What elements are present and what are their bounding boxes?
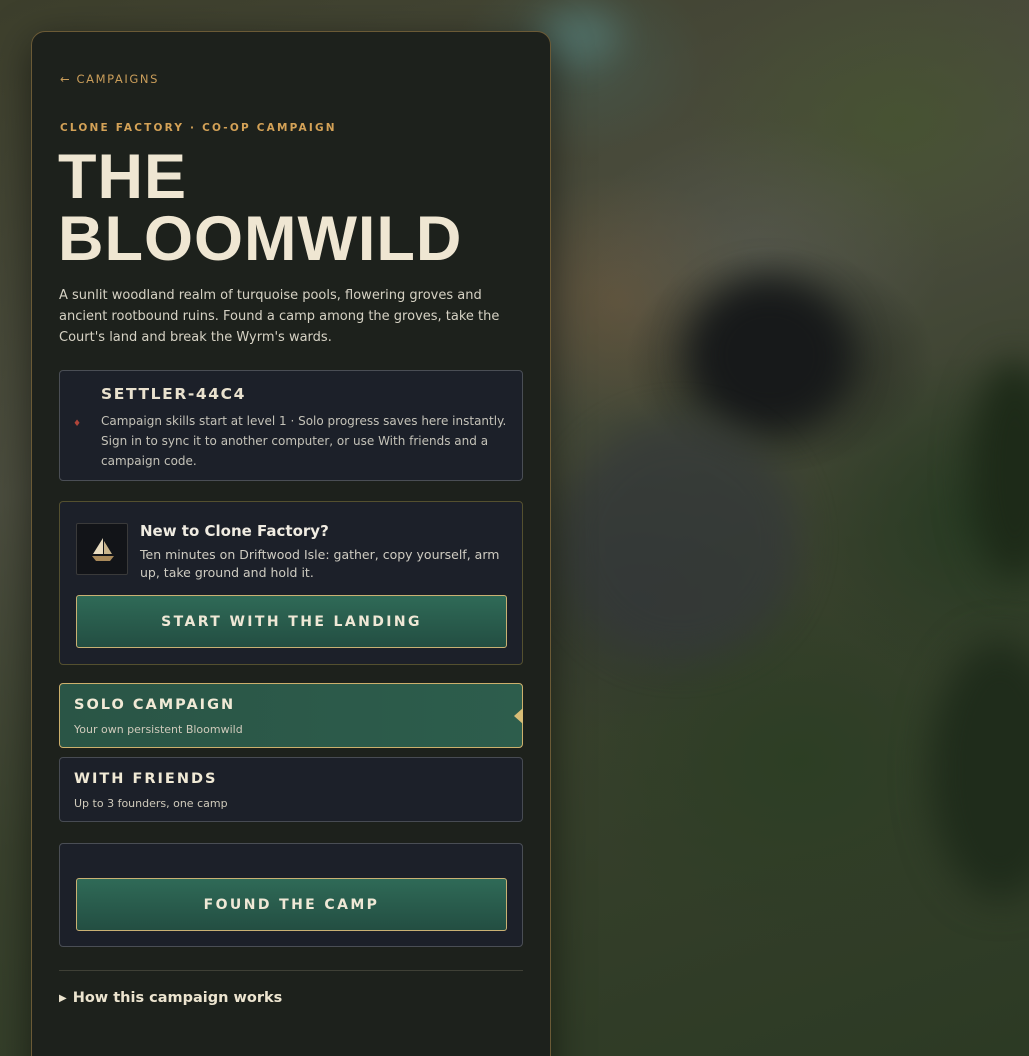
settler-card: ♦ SETTLER-44C4 Campaign skills start at … [59, 370, 523, 481]
selected-pointer-icon [514, 708, 523, 724]
how-it-works-toggle[interactable]: ▶ How this campaign works [59, 990, 282, 1006]
campaign-description: A sunlit woodland realm of turquoise poo… [59, 288, 500, 345]
how-it-works-label: How this campaign works [72, 990, 283, 1006]
with-friends-title: WITH FRIENDS [74, 771, 218, 787]
background-blur-shape [540, 10, 620, 60]
campaign-eyebrow: CLONE FACTORY · CO-OP CAMPAIGN [60, 122, 337, 134]
divider [59, 970, 523, 971]
found-camp-card: FOUND THE CAMP [59, 843, 523, 947]
background-blur-shape [930, 640, 1029, 900]
tutorial-title: New to Clone Factory? [140, 522, 329, 540]
tutorial-text: Ten minutes on Driftwood Isle: gather, c… [140, 547, 500, 580]
settler-info: Campaign skills start at level 1 · Solo … [101, 414, 507, 468]
settler-badge-icon: ♦ [73, 419, 82, 429]
back-to-campaigns-link[interactable]: ← CAMPAIGNS [60, 72, 159, 86]
background-blur-shape [970, 360, 1029, 580]
background-blur-shape [560, 420, 800, 660]
with-friends-option[interactable]: WITH FRIENDS Up to 3 founders, one camp [59, 757, 523, 822]
tutorial-card: New to Clone Factory? Ten minutes on Dri… [59, 501, 523, 665]
campaign-panel: ← CAMPAIGNS CLONE FACTORY · CO-OP CAMPAI… [31, 31, 551, 1056]
page-title: THE BLOOMWILD [58, 142, 463, 274]
disclosure-triangle-icon: ▶ [59, 993, 67, 1004]
with-friends-subtitle: Up to 3 founders, one camp [74, 797, 228, 810]
background-blur-shape [690, 280, 850, 430]
sailboat-icon [76, 523, 128, 575]
found-camp-button[interactable]: FOUND THE CAMP [76, 878, 507, 931]
solo-campaign-option[interactable]: SOLO CAMPAIGN Your own persistent Bloomw… [59, 683, 523, 748]
solo-campaign-title: SOLO CAMPAIGN [74, 697, 236, 713]
solo-campaign-subtitle: Your own persistent Bloomwild [74, 723, 243, 736]
sailboat-icon-graphic [92, 538, 114, 561]
start-landing-button[interactable]: START WITH THE LANDING [76, 595, 507, 648]
settler-name: SETTLER-44C4 [101, 385, 247, 403]
